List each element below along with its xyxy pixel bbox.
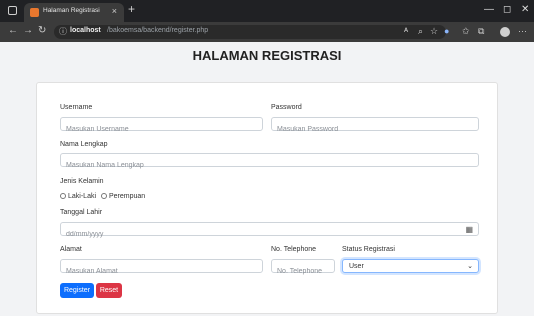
birthdate-label: Tanggal Lahir bbox=[60, 209, 103, 216]
status-label: Status Registrasi bbox=[342, 246, 395, 253]
forward-button[interactable]: → bbox=[23, 25, 33, 36]
reload-button[interactable]: ↻ bbox=[38, 25, 46, 36]
maximize-button[interactable]: ◻ bbox=[503, 4, 511, 15]
phone-field[interactable] bbox=[271, 259, 335, 278]
extension-icon[interactable]: ● bbox=[444, 26, 449, 36]
gender-option-label: Laki-Laki bbox=[68, 193, 97, 200]
address-input[interactable] bbox=[61, 265, 262, 278]
status-select[interactable]: User ⌄ bbox=[342, 259, 479, 273]
gender-option-label: Perempuan bbox=[109, 193, 146, 200]
address-field[interactable] bbox=[60, 259, 263, 278]
favicon-icon bbox=[30, 8, 39, 17]
phone-input[interactable] bbox=[272, 265, 334, 278]
birthdate-input[interactable] bbox=[61, 228, 478, 241]
browser-tab[interactable]: Halaman Registrasi × bbox=[24, 3, 124, 22]
reset-button[interactable]: Reset bbox=[96, 283, 122, 298]
fullname-label: Nama Lengkap bbox=[60, 141, 108, 148]
gender-label: Jenis Kelamin bbox=[60, 178, 104, 185]
birthdate-field[interactable]: ▦ bbox=[60, 222, 479, 241]
tab-close-icon[interactable]: × bbox=[112, 6, 117, 16]
page-title: HALAMAN REGISTRASI bbox=[192, 48, 342, 63]
url-host: localhost bbox=[70, 27, 101, 34]
favorite-star-icon[interactable]: ☆ bbox=[430, 26, 438, 37]
zoom-icon[interactable]: ⌕ bbox=[418, 26, 423, 37]
gender-option-female[interactable]: Perempuan bbox=[101, 193, 145, 200]
profile-avatar[interactable] bbox=[500, 27, 510, 37]
fullname-field[interactable] bbox=[60, 153, 479, 172]
fullname-input[interactable] bbox=[61, 159, 478, 172]
chevron-down-icon: ⌄ bbox=[467, 263, 473, 270]
username-label: Username bbox=[60, 104, 93, 111]
browser-tab-bar: Halaman Registrasi × + — ◻ ✕ bbox=[0, 0, 534, 22]
tab-title: Halaman Registrasi bbox=[43, 7, 100, 14]
phone-label: No. Telephone bbox=[271, 246, 317, 253]
address-label: Alamat bbox=[60, 246, 82, 253]
status-select-value: User bbox=[349, 263, 364, 270]
collections-icon[interactable]: ⧉ bbox=[478, 26, 484, 37]
site-info-icon[interactable]: ⓘ bbox=[59, 26, 67, 37]
gender-option-male[interactable]: Laki-Laki bbox=[60, 193, 96, 200]
password-label: Password bbox=[271, 104, 302, 111]
radio-icon[interactable] bbox=[60, 193, 66, 199]
address-bar[interactable]: ⓘ localhost /bakoemsa/backend/register.p… bbox=[54, 25, 446, 39]
more-menu-icon[interactable]: ··· bbox=[518, 26, 527, 36]
favorites-icon[interactable]: ✩ bbox=[462, 26, 470, 37]
url-path: /bakoemsa/backend/register.php bbox=[107, 27, 209, 34]
calendar-icon[interactable]: ▦ bbox=[465, 225, 473, 234]
username-field[interactable] bbox=[60, 117, 263, 136]
radio-icon[interactable] bbox=[101, 193, 107, 199]
new-tab-button[interactable]: + bbox=[128, 2, 135, 16]
browser-toolbar: ← → ↻ ⓘ localhost /bakoemsa/backend/regi… bbox=[0, 22, 534, 42]
back-button[interactable]: ← bbox=[8, 25, 18, 36]
minimize-button[interactable]: — bbox=[484, 4, 494, 15]
password-field[interactable] bbox=[271, 117, 479, 136]
register-button[interactable]: Register bbox=[60, 283, 94, 298]
window-menu-icon[interactable] bbox=[8, 6, 17, 15]
username-input[interactable] bbox=[61, 123, 262, 136]
read-aloud-icon[interactable]: ᴬ bbox=[404, 26, 408, 36]
password-input[interactable] bbox=[272, 123, 478, 136]
close-window-button[interactable]: ✕ bbox=[521, 4, 529, 15]
